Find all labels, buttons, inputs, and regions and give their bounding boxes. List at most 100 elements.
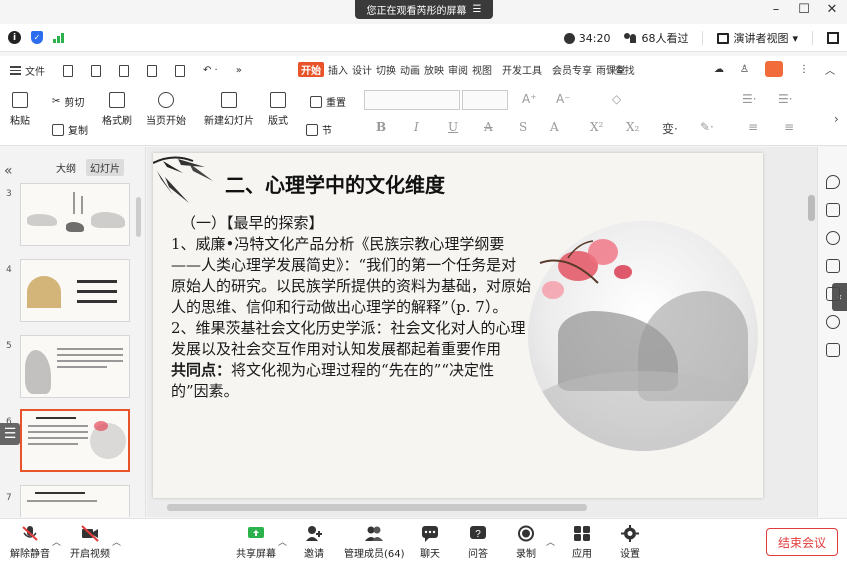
align-center-icon[interactable]: ≡ [784, 120, 794, 134]
tab-insert[interactable]: 插入 [328, 62, 348, 77]
location-icon[interactable] [826, 315, 840, 329]
tab-outline[interactable]: 大纲 [52, 159, 80, 176]
start-video-button[interactable]: 开启视频 [70, 525, 110, 560]
record-options-chevron[interactable]: ︿ [546, 535, 555, 548]
video-options-chevron[interactable]: ︿ [112, 535, 121, 548]
info-icon[interactable]: i [8, 31, 21, 44]
export-icon[interactable] [119, 64, 129, 77]
maximize-button[interactable]: ☐ [797, 2, 811, 17]
slide-thumbnail[interactable] [20, 485, 130, 517]
common-point-label: 共同点： [171, 361, 232, 379]
shield-icon[interactable]: ✓ [31, 31, 43, 44]
layout-button[interactable]: 版式 [268, 92, 288, 127]
print-icon[interactable] [147, 64, 157, 77]
caret-down-icon: ▾ [792, 31, 798, 45]
image-icon[interactable] [826, 287, 840, 301]
phonetic-icon[interactable]: 变· [662, 120, 678, 137]
font-color-button[interactable]: A [550, 120, 559, 134]
apps-button[interactable]: 应用 [572, 525, 592, 560]
tab-design[interactable]: 设计 [352, 62, 372, 77]
invite-button[interactable]: 邀请 [304, 525, 324, 560]
subscript-button[interactable]: X₂ [626, 120, 639, 134]
view-mode-dropdown[interactable]: 演讲者视图 ▾ [717, 30, 798, 46]
cloud-sync-icon[interactable]: ☁ [714, 64, 724, 75]
minimize-button[interactable]: – [769, 2, 783, 17]
highlight-icon[interactable]: ✎· [700, 120, 714, 134]
search-box[interactable]: ⌕ 查找 [606, 62, 635, 77]
close-button[interactable]: ✕ [825, 2, 839, 17]
manage-members-button[interactable]: 管理成员(64) [344, 525, 405, 560]
section-button[interactable]: 节 [306, 122, 332, 137]
signal-icon[interactable] [53, 32, 64, 43]
tab-developer[interactable]: 开发工具 [502, 62, 542, 77]
thumbnail-scrollbar[interactable] [136, 197, 141, 237]
clear-format-icon[interactable]: ◇ [612, 92, 621, 106]
reset-button[interactable]: 重置 [310, 94, 346, 109]
rocket-icon[interactable] [826, 175, 840, 189]
tab-animations[interactable]: 动画 [400, 62, 420, 77]
record-button[interactable]: 录制 [516, 525, 536, 560]
font-size-select[interactable] [462, 90, 508, 110]
fullscreen-icon[interactable] [827, 32, 839, 44]
shrink-font-icon[interactable]: A⁻ [556, 92, 571, 106]
collapse-panel-icon[interactable]: « [4, 163, 13, 179]
share-screen-button[interactable]: 共享屏幕 [236, 525, 276, 560]
qa-button[interactable]: ? 问答 [468, 525, 488, 560]
italic-button[interactable]: I [414, 120, 419, 134]
paste-button[interactable]: 粘贴 [10, 92, 30, 127]
tab-member[interactable]: 会员专享 [552, 62, 592, 77]
more-icon[interactable]: ⋮ [799, 64, 809, 75]
undo-icon[interactable]: ↶ · [203, 65, 218, 76]
side-menu-icon[interactable]: ☰ [0, 423, 20, 445]
tab-slides[interactable]: 幻灯片 [86, 159, 124, 176]
unmute-button[interactable]: 解除静音 [10, 525, 50, 560]
copy-button[interactable]: 复制 [52, 122, 88, 137]
new-slide-button[interactable]: 新建幻灯片 [204, 92, 254, 127]
print-preview-icon[interactable] [175, 64, 185, 77]
tab-home[interactable]: 开始 [298, 62, 324, 77]
grow-font-icon[interactable]: A⁺ [522, 92, 537, 106]
star-icon[interactable] [826, 231, 840, 245]
share-options-chevron[interactable]: ︿ [278, 535, 287, 548]
underline-button[interactable]: U [448, 120, 458, 134]
slide-thumbnail[interactable] [20, 183, 130, 246]
superscript-button[interactable]: X² [590, 120, 603, 134]
audio-options-chevron[interactable]: ︿ [52, 535, 61, 548]
tab-review[interactable]: 审阅 [448, 62, 468, 77]
numbered-list-icon[interactable]: ☰· [778, 92, 793, 106]
end-meeting-button[interactable]: 结束会议 [766, 528, 838, 556]
share-icon[interactable] [765, 61, 783, 77]
user-icon[interactable]: ♙ [740, 64, 749, 75]
canvas-horizontal-scrollbar[interactable] [167, 504, 587, 511]
current-slide[interactable]: 二、心理学中的文化维度 （一）【最早的探索】 1、威廉•冯特文化产品分析《民族宗… [153, 153, 763, 498]
new-doc-icon[interactable] [63, 64, 73, 77]
file-menu[interactable]: 文件 [10, 63, 45, 78]
align-left-icon[interactable]: ≡ [748, 120, 758, 134]
slide-thumbnail[interactable] [20, 335, 130, 398]
tab-transitions[interactable]: 切换 [376, 62, 396, 77]
sliders-icon[interactable] [826, 203, 840, 217]
font-family-select[interactable] [364, 90, 460, 110]
tab-view[interactable]: 视图 [472, 62, 492, 77]
collapse-ribbon-icon[interactable]: ︿ [825, 62, 835, 77]
format-painter-button[interactable]: 格式刷 [102, 92, 132, 127]
text-shadow-button[interactable]: S [519, 120, 527, 134]
canvas-vertical-scrollbar[interactable] [808, 195, 815, 221]
chat-button[interactable]: 聊天 [420, 525, 440, 560]
viewer-count[interactable]: 68人看过 [624, 30, 688, 46]
book-icon[interactable] [826, 343, 840, 357]
slide-thumbnail[interactable] [20, 259, 130, 322]
bullet-list-icon[interactable]: ☰· [742, 92, 757, 106]
slides-icon[interactable] [826, 259, 840, 273]
bold-button[interactable]: B [376, 120, 386, 134]
strikethrough-button[interactable]: A [484, 120, 493, 134]
more-chevron-icon[interactable]: » [236, 65, 242, 76]
tab-slideshow[interactable]: 放映 [424, 62, 444, 77]
menu-lines-icon[interactable]: ☰ [473, 4, 482, 15]
settings-button[interactable]: 设置 [620, 525, 640, 560]
slide-thumbnail-active[interactable] [20, 409, 130, 472]
save-icon[interactable] [91, 64, 101, 77]
play-from-current-button[interactable]: 当页开始 [146, 92, 186, 127]
ribbon-scroll-right-icon[interactable]: › [834, 112, 839, 126]
cut-button[interactable]: ✂ 剪切 [52, 94, 84, 109]
